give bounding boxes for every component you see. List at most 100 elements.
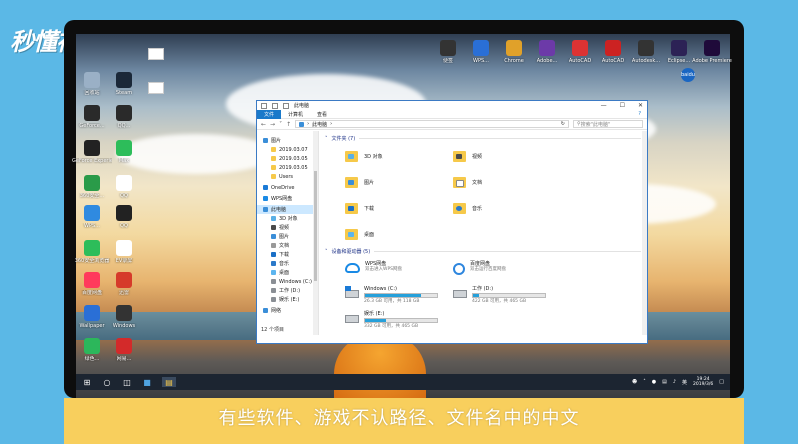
nav-item[interactable]: 2019.03.05 bbox=[257, 163, 318, 172]
nav-item[interactable]: Users bbox=[257, 172, 318, 181]
folder-item[interactable]: 视频 bbox=[453, 149, 561, 163]
desktop-icon-label: Windows bbox=[112, 323, 136, 329]
chevron-up-icon[interactable]: ˄ bbox=[643, 379, 646, 385]
app-icon[interactable]: ■ bbox=[142, 377, 152, 387]
close-icon[interactable]: ✕ bbox=[638, 102, 643, 109]
nav-item[interactable]: OneDrive bbox=[257, 183, 318, 192]
folders-header[interactable]: ˅ 文件夹 (7) bbox=[325, 134, 641, 143]
nav-item-icon bbox=[263, 138, 268, 143]
folder-item[interactable]: 3D 对象 bbox=[345, 149, 453, 163]
refresh-icon[interactable]: ↻ bbox=[561, 121, 565, 127]
folder-item[interactable]: 下载 bbox=[345, 201, 453, 215]
drive-detail: 332 GB 可用，共 465 GB bbox=[364, 324, 419, 329]
nav-item[interactable]: 此电脑 bbox=[257, 205, 318, 214]
tray-app-icon[interactable]: ● bbox=[652, 379, 656, 385]
desktop-icon[interactable]: 迅雷 bbox=[104, 272, 144, 296]
content-scrollbar[interactable] bbox=[642, 131, 647, 335]
address-row: ← → ˅ ↑ › 此电脑 › ↻ ⚲ 搜索"此电脑" bbox=[257, 119, 647, 130]
nav-item[interactable]: 2019.03.07 bbox=[257, 145, 318, 154]
up-icon[interactable]: ↑ bbox=[286, 121, 291, 128]
desktop-icon[interactable]: 网易... bbox=[104, 338, 144, 362]
start-icon[interactable]: ⊞ bbox=[82, 377, 92, 387]
nav-item[interactable]: WPS网盘 bbox=[257, 194, 318, 203]
nav-item-label: 3D 对象 bbox=[279, 216, 298, 222]
subtitle: 有些软件、游戏不认路径、文件名中的中文 bbox=[218, 408, 580, 429]
network-icon[interactable]: ▤ bbox=[662, 379, 667, 385]
nav-item-label: 网络 bbox=[271, 308, 282, 314]
minimize-icon[interactable]: — bbox=[601, 102, 607, 109]
folder-icon bbox=[345, 150, 358, 162]
search-icon[interactable]: ○ bbox=[102, 377, 112, 387]
drives-header[interactable]: ˅ 设备和驱动器 (5) bbox=[325, 247, 641, 256]
nav-item[interactable]: 娱乐 (E:) bbox=[257, 295, 318, 304]
nav-item[interactable]: 下载 bbox=[257, 250, 318, 259]
nav-item-label: 视频 bbox=[279, 225, 290, 231]
tab-file[interactable]: 文件 bbox=[257, 109, 282, 119]
nav-item[interactable]: Windows (C:) bbox=[257, 277, 318, 286]
drive-icon bbox=[453, 290, 467, 298]
drive-detail: 422 GB 可用，共 465 GB bbox=[472, 299, 527, 304]
help-icon[interactable]: ? bbox=[638, 111, 647, 117]
input-language[interactable]: 英 bbox=[682, 379, 687, 386]
tab-view[interactable]: 查看 bbox=[310, 110, 334, 119]
folder-item[interactable]: 图片 bbox=[345, 175, 453, 189]
app-icon bbox=[84, 205, 100, 221]
file-explorer-window: 此电脑 — ☐ ✕ 文件 计算机 查看 ? ← → ˅ ↑ › 此电脑 › ↻ … bbox=[256, 100, 648, 344]
clock[interactable]: 19:24 2019/3/6 bbox=[693, 377, 713, 387]
drive-item[interactable]: 工作 (D:) 422 GB 可用，共 465 GB bbox=[453, 286, 561, 306]
nav-scrollbar[interactable] bbox=[313, 131, 318, 335]
nav-item[interactable]: 音乐 bbox=[257, 259, 318, 268]
search-input[interactable]: ⚲ 搜索"此电脑" bbox=[573, 120, 643, 128]
app-icon bbox=[572, 40, 588, 56]
desktop-icon[interactable]: Steam bbox=[104, 72, 144, 96]
nav-item[interactable]: 2019.03.05 bbox=[257, 154, 318, 163]
nav-item[interactable]: 工作 (D:) bbox=[257, 286, 318, 295]
nav-item-label: 2019.03.05 bbox=[279, 164, 308, 171]
file-explorer-icon[interactable]: ▤ bbox=[162, 377, 176, 387]
drive-item[interactable]: 百度网盘 双击运行百度网盘 bbox=[453, 261, 561, 281]
desktop-icon[interactable]: Windows bbox=[104, 305, 144, 329]
search-placeholder: 搜索"此电脑" bbox=[580, 121, 611, 128]
folder-item[interactable]: 桌面 bbox=[345, 227, 453, 241]
drive-item[interactable]: Windows (C:) 26.3 GB 可用，共 118 GB bbox=[345, 286, 453, 306]
maximize-icon[interactable]: ☐ bbox=[620, 102, 625, 109]
tab-computer[interactable]: 计算机 bbox=[281, 110, 310, 119]
desktop-icon[interactable]: Adobe Premiere bbox=[692, 40, 732, 64]
desktop-file-thumbnail[interactable] bbox=[148, 48, 164, 60]
nav-item[interactable]: 图片 bbox=[257, 136, 318, 145]
nav-item[interactable]: 视频 bbox=[257, 223, 318, 232]
properties-icon[interactable] bbox=[272, 102, 278, 109]
drive-item[interactable]: 娱乐 (E:) 332 GB 可用，共 465 GB bbox=[345, 311, 453, 331]
back-icon[interactable]: ← bbox=[261, 121, 266, 128]
chevron-down-icon[interactable]: ˅ bbox=[279, 121, 282, 128]
notification-icon[interactable]: □ bbox=[719, 379, 724, 385]
app-icon bbox=[116, 240, 132, 256]
desktop-icon-label: Max bbox=[118, 158, 130, 164]
desktop-icon[interactable]: QQ bbox=[104, 175, 144, 199]
quick-access-icon[interactable] bbox=[261, 102, 267, 109]
nav-item[interactable]: 图片 bbox=[257, 232, 318, 241]
nav-item[interactable]: 文档 bbox=[257, 241, 318, 250]
task-view-icon[interactable]: ◫ bbox=[122, 377, 132, 387]
desktop-icon[interactable]: QQ... bbox=[104, 105, 144, 129]
app-icon bbox=[506, 40, 522, 56]
people-icon[interactable]: ☻ bbox=[632, 379, 637, 385]
desktop-icon[interactable]: Max bbox=[104, 140, 144, 164]
desktop-icon[interactable]: QQ bbox=[104, 205, 144, 229]
nav-item-label: 文档 bbox=[279, 243, 290, 249]
desktop-file-thumbnail[interactable] bbox=[148, 82, 164, 94]
avatar[interactable]: baidu bbox=[681, 68, 695, 82]
nav-item[interactable]: 网络 bbox=[257, 306, 318, 315]
folder-item[interactable]: 文档 bbox=[453, 175, 561, 189]
desktop-icon[interactable]: EV录屏 bbox=[104, 240, 144, 264]
forward-icon[interactable]: → bbox=[270, 121, 275, 128]
nav-item[interactable]: 桌面 bbox=[257, 268, 318, 277]
drive-item[interactable]: WPS网盘 双击进入WPS网盘 bbox=[345, 261, 453, 281]
nav-item-icon bbox=[271, 252, 276, 257]
new-folder-icon[interactable] bbox=[283, 102, 289, 109]
address-bar[interactable]: › 此电脑 › ↻ bbox=[295, 120, 569, 128]
volume-icon[interactable]: ♪ bbox=[673, 379, 676, 385]
nav-item-label: 2019.03.07 bbox=[279, 146, 308, 153]
folder-item[interactable]: 音乐 bbox=[453, 201, 561, 215]
nav-item[interactable]: 3D 对象 bbox=[257, 214, 318, 223]
